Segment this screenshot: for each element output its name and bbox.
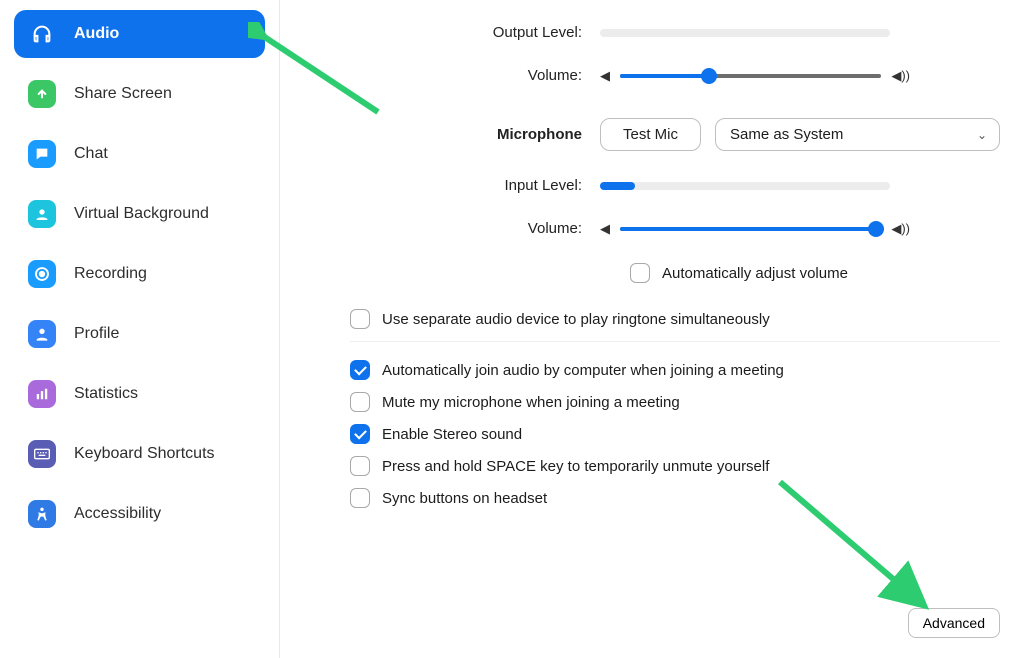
sidebar-item-accessibility[interactable]: Accessibility xyxy=(14,490,265,538)
sidebar-item-share-screen[interactable]: Share Screen xyxy=(14,70,265,118)
keyboard-icon xyxy=(28,440,56,468)
sidebar-item-profile[interactable]: Profile xyxy=(14,310,265,358)
option-label: Use separate audio device to play ringto… xyxy=(382,311,770,328)
microphone-section-label: Microphone xyxy=(340,126,600,143)
chat-icon xyxy=(28,140,56,168)
auto-adjust-volume-checkbox[interactable]: Automatically adjust volume xyxy=(630,263,848,283)
headphones-icon xyxy=(28,20,56,48)
sidebar-item-label: Chat xyxy=(74,145,108,163)
output-volume-slider[interactable] xyxy=(620,74,881,78)
output-level-meter xyxy=(600,29,890,37)
microphone-device-select[interactable]: Same as System ⌄ xyxy=(715,118,1000,151)
auto-adjust-volume-label: Automatically adjust volume xyxy=(662,265,848,282)
sidebar-item-label: Share Screen xyxy=(74,85,172,103)
sidebar-item-label: Recording xyxy=(74,265,147,283)
sidebar-item-virtual-background[interactable]: Virtual Background xyxy=(14,190,265,238)
sync-headset-checkbox[interactable]: Sync buttons on headset xyxy=(350,488,1000,508)
sidebar-item-label: Profile xyxy=(74,325,119,343)
mute-mic-on-join-checkbox[interactable]: Mute my microphone when joining a meetin… xyxy=(350,392,1000,412)
sidebar-item-label: Accessibility xyxy=(74,505,161,523)
settings-panel: Output Level: Volume: ◀ ◀)) xyxy=(280,0,1024,658)
input-level-label: Input Level: xyxy=(340,177,600,194)
option-label: Enable Stereo sound xyxy=(382,426,522,443)
statistics-icon xyxy=(28,380,56,408)
speaker-low-icon: ◀ xyxy=(600,68,610,84)
microphone-device-selected: Same as System xyxy=(730,126,843,143)
input-volume-label: Volume: xyxy=(340,220,600,237)
speaker-high-icon: ◀)) xyxy=(891,221,910,237)
share-screen-icon xyxy=(28,80,56,108)
input-level-meter xyxy=(600,182,890,190)
sidebar-item-keyboard-shortcuts[interactable]: Keyboard Shortcuts xyxy=(14,430,265,478)
output-level-label: Output Level: xyxy=(340,24,600,41)
input-volume-slider[interactable] xyxy=(620,227,881,231)
speaker-high-icon: ◀)) xyxy=(891,68,910,84)
option-label: Sync buttons on headset xyxy=(382,490,547,507)
output-volume-label: Volume: xyxy=(340,67,600,84)
space-unmute-checkbox[interactable]: Press and hold SPACE key to temporarily … xyxy=(350,456,1000,476)
auto-join-audio-checkbox[interactable]: Automatically join audio by computer whe… xyxy=(350,360,1000,380)
chevron-down-icon: ⌄ xyxy=(977,128,987,142)
separate-ringtone-device-checkbox[interactable]: Use separate audio device to play ringto… xyxy=(350,309,1000,329)
option-label: Automatically join audio by computer whe… xyxy=(382,362,784,379)
sidebar: Audio Share Screen Chat Virtual Backgrou… xyxy=(0,0,280,658)
enable-stereo-checkbox[interactable]: Enable Stereo sound xyxy=(350,424,1000,444)
speaker-low-icon: ◀ xyxy=(600,221,610,237)
sidebar-item-label: Statistics xyxy=(74,385,138,403)
test-mic-button[interactable]: Test Mic xyxy=(600,118,701,151)
sidebar-item-statistics[interactable]: Statistics xyxy=(14,370,265,418)
sidebar-item-label: Keyboard Shortcuts xyxy=(74,445,215,463)
accessibility-icon xyxy=(28,500,56,528)
divider xyxy=(350,341,1000,342)
sidebar-item-audio[interactable]: Audio xyxy=(14,10,265,58)
profile-icon xyxy=(28,320,56,348)
option-label: Press and hold SPACE key to temporarily … xyxy=(382,458,769,475)
advanced-button[interactable]: Advanced xyxy=(908,608,1000,638)
sidebar-item-chat[interactable]: Chat xyxy=(14,130,265,178)
recording-icon xyxy=(28,260,56,288)
sidebar-item-recording[interactable]: Recording xyxy=(14,250,265,298)
sidebar-item-label: Virtual Background xyxy=(74,205,209,223)
option-label: Mute my microphone when joining a meetin… xyxy=(382,394,680,411)
sidebar-item-label: Audio xyxy=(74,25,119,43)
virtual-bg-icon xyxy=(28,200,56,228)
